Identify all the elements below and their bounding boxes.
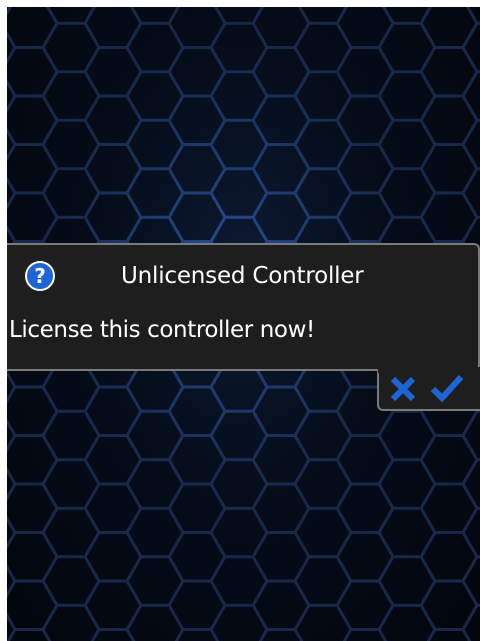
close-icon[interactable] xyxy=(389,375,417,403)
question-icon: ? xyxy=(25,261,55,291)
dialog-message: License this controller now! xyxy=(9,317,315,343)
svg-text:?: ? xyxy=(34,264,46,288)
dialog-title: Unlicensed Controller xyxy=(121,263,364,289)
dialog-tab-joint xyxy=(378,367,480,373)
dialog-action-tab xyxy=(377,369,480,411)
app-screen: ? Unlicensed Controller License this con… xyxy=(7,7,480,641)
license-dialog: ? Unlicensed Controller License this con… xyxy=(7,243,480,371)
checkmark-icon[interactable] xyxy=(429,373,465,403)
